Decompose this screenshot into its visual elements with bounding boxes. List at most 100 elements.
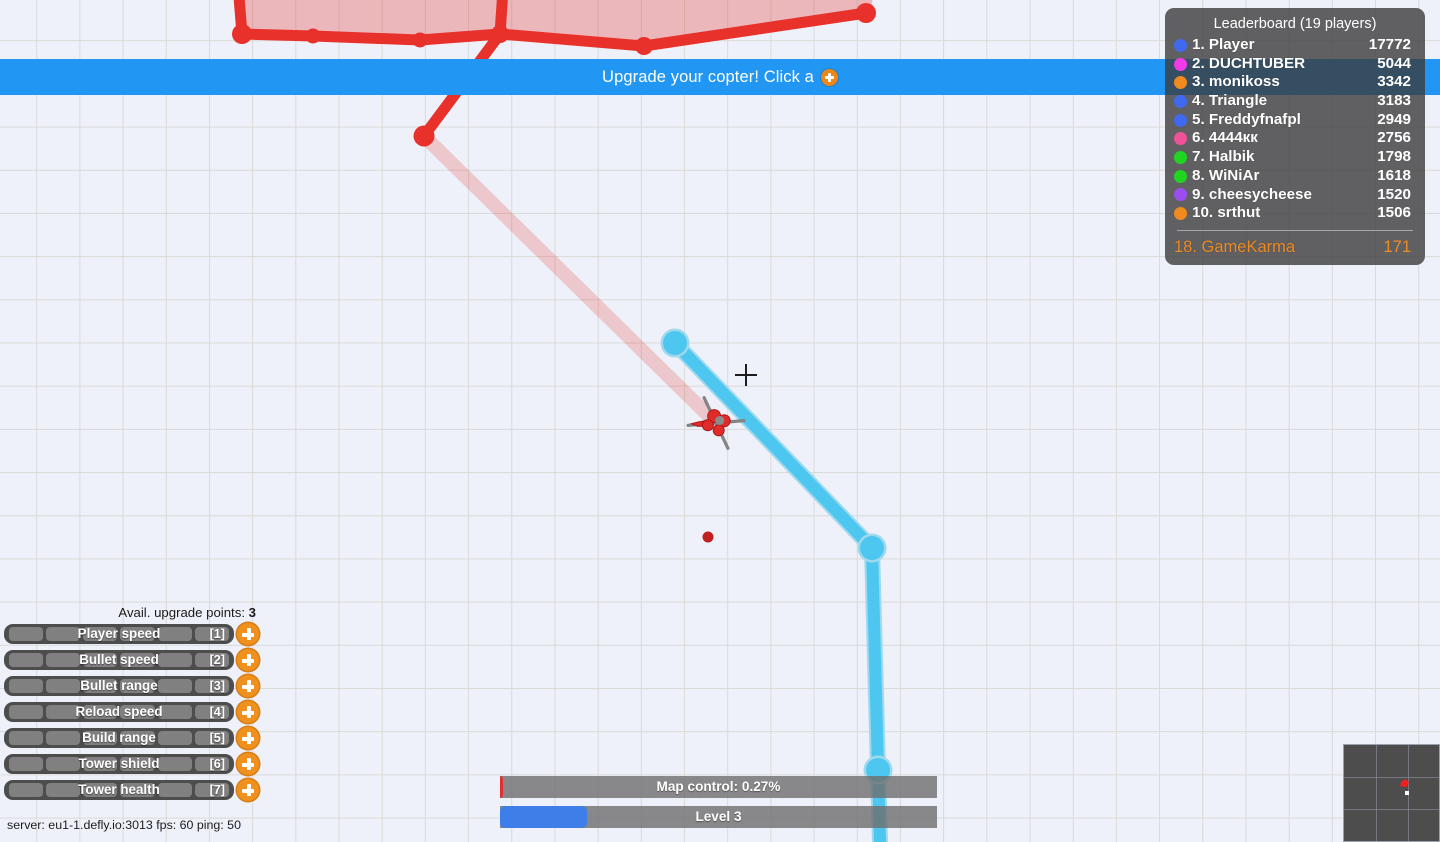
server-info: server: eu1-1.defly.io:3013 fps: 60 ping…: [7, 818, 241, 832]
minimap-gridline: [1344, 777, 1439, 778]
upgrade-slot: [120, 627, 155, 641]
leaderboard-row: 6. 4444кк 2756: [1165, 129, 1425, 148]
minimap-self-marker: [1405, 791, 1409, 795]
leaderboard-row: 1. Player 17772: [1165, 36, 1425, 55]
leaderboard-row-name: 5. Freddyfnafpl: [1192, 110, 1301, 128]
upgrade-slot: [45, 653, 81, 667]
upgrade-slot: [195, 705, 230, 719]
upgrade-slot: [120, 783, 155, 797]
upgrade-row: Tower shield [6]: [4, 753, 262, 775]
player-color-dot: [1174, 188, 1187, 202]
upgrade-slot: [157, 757, 193, 771]
upgrade-plus-button[interactable]: [237, 779, 259, 801]
upgrade-plus-button[interactable]: [237, 623, 259, 645]
level-bar: Level 3: [500, 806, 937, 828]
map-control-label: Map control: 0.27%: [656, 779, 781, 794]
upgrade-slot: [45, 757, 81, 771]
upgrade-plus-button[interactable]: [237, 727, 259, 749]
upgrade-slot: [8, 731, 43, 745]
upgrade-row: Tower health [7]: [4, 779, 262, 801]
leaderboard-row-score: 17772: [1368, 36, 1411, 53]
upgrade-slot: [195, 783, 230, 797]
upgrade-slot: [157, 679, 193, 693]
leaderboard-divider: [1177, 229, 1413, 231]
upgrade-slot: [8, 783, 43, 797]
upgrade-slot: [120, 731, 155, 745]
leaderboard-row-score: 1506: [1377, 204, 1411, 222]
game-viewport[interactable]: Upgrade your copter! Click a Leaderboard…: [0, 0, 1440, 842]
player-color-dot: [1174, 57, 1187, 71]
upgrade-row: Bullet speed [2]: [4, 649, 262, 671]
player-color-dot: [1174, 94, 1187, 108]
upgrade-slot: [120, 705, 155, 719]
upgrade-slot: [45, 705, 81, 719]
upgrade-row: Bullet range [3]: [4, 675, 262, 697]
minimap-gridline: [1376, 745, 1377, 841]
bullet: [702, 531, 714, 543]
leaderboard-row-name: 2. DUCHTUBER: [1192, 54, 1306, 72]
leaderboard-row-name: 8. WiNiAr: [1192, 166, 1260, 184]
upgrade-points-label: Avail. upgrade points:: [118, 605, 245, 620]
upgrade-progress-bar: Player speed [1]: [4, 624, 234, 644]
upgrade-banner-text: Upgrade your copter! Click a: [602, 67, 814, 86]
upgrade-progress-bar: Bullet speed [2]: [4, 650, 234, 670]
leaderboard-row: 10. srthut 1506: [1165, 204, 1425, 223]
leaderboard-row-name: 4. Triangle: [1192, 92, 1268, 110]
leaderboard-row-name: 1. Player: [1192, 36, 1255, 53]
upgrade-slot: [157, 653, 193, 667]
leaderboard-rows: 1. Player 17772 2. DUCHTUBER 5044 3. monikos…: [1165, 36, 1425, 223]
leaderboard-row: 3. monikoss 3342: [1165, 73, 1425, 92]
upgrade-plus-button[interactable]: [237, 753, 259, 775]
upgrade-slot: [45, 783, 81, 797]
upgrade-slot: [195, 731, 230, 745]
minimap[interactable]: [1343, 744, 1440, 842]
upgrade-row: Player speed [1]: [4, 623, 262, 645]
upgrade-rows: Player speed [1] Bullet speed [2] Bullet ran…: [4, 623, 262, 801]
leaderboard-row: 5. Freddyfnafpl 2949: [1165, 111, 1425, 130]
leaderboard-row-score: 3342: [1377, 73, 1411, 91]
upgrade-plus-button[interactable]: [237, 675, 259, 697]
upgrade-slot: [45, 627, 81, 641]
bullet-tracer: [417, 129, 723, 430]
upgrade-progress-bar: Tower shield [6]: [4, 754, 234, 774]
leaderboard-row: 8. WiNiAr 1618: [1165, 167, 1425, 186]
upgrade-slot: [83, 679, 118, 693]
leaderboard-row-score: 1618: [1377, 166, 1411, 184]
leaderboard-row: 4. Triangle 3183: [1165, 92, 1425, 111]
upgrade-slot: [195, 757, 230, 771]
upgrade-slot: [45, 731, 81, 745]
upgrade-slot: [8, 757, 43, 771]
upgrade-slot: [45, 679, 81, 693]
leaderboard-title: Leaderboard (19 players): [1213, 16, 1377, 32]
leaderboard-row-name: 10. srthut: [1192, 204, 1261, 222]
leaderboard-row-name: 7. Halbik: [1192, 148, 1255, 166]
leaderboard-row-score: 3183: [1377, 92, 1411, 110]
leaderboard-row-name: 9. cheesycheese: [1192, 185, 1312, 203]
upgrade-slot: [8, 679, 43, 693]
upgrade-plus-button[interactable]: [237, 649, 259, 671]
upgrade-slot: [195, 653, 230, 667]
player-color-dot: [1174, 207, 1187, 221]
leaderboard-row: 7. Halbik 1798: [1165, 148, 1425, 167]
upgrade-plus-button[interactable]: [237, 701, 259, 723]
map-control-bar: Map control: 0.27%: [500, 776, 937, 798]
minimap-gridline: [1344, 809, 1439, 810]
leaderboard-row-score: 2949: [1377, 110, 1411, 128]
upgrade-progress-bar: Tower health [7]: [4, 780, 234, 800]
upgrade-slot: [83, 627, 118, 641]
upgrade-slot: [83, 757, 118, 771]
player-color-dot: [1174, 169, 1187, 183]
leaderboard-row-name: 6. 4444кк: [1192, 129, 1258, 147]
upgrade-progress-bar: Bullet range [3]: [4, 676, 234, 696]
player-color-dot: [1174, 132, 1187, 146]
leaderboard-row-score: 5044: [1377, 54, 1411, 72]
upgrade-row: Reload speed [4]: [4, 701, 262, 723]
upgrade-row: Build range [5]: [4, 727, 262, 749]
upgrade-slot: [120, 679, 155, 693]
upgrade-slot: [83, 705, 118, 719]
leaderboard-row-name: 3. monikoss: [1192, 73, 1280, 91]
upgrade-slot: [195, 679, 230, 693]
leaderboard-self-score: 171: [1383, 237, 1411, 256]
level-label: Level 3: [695, 809, 742, 824]
leaderboard-row-score: 1520: [1377, 185, 1411, 203]
